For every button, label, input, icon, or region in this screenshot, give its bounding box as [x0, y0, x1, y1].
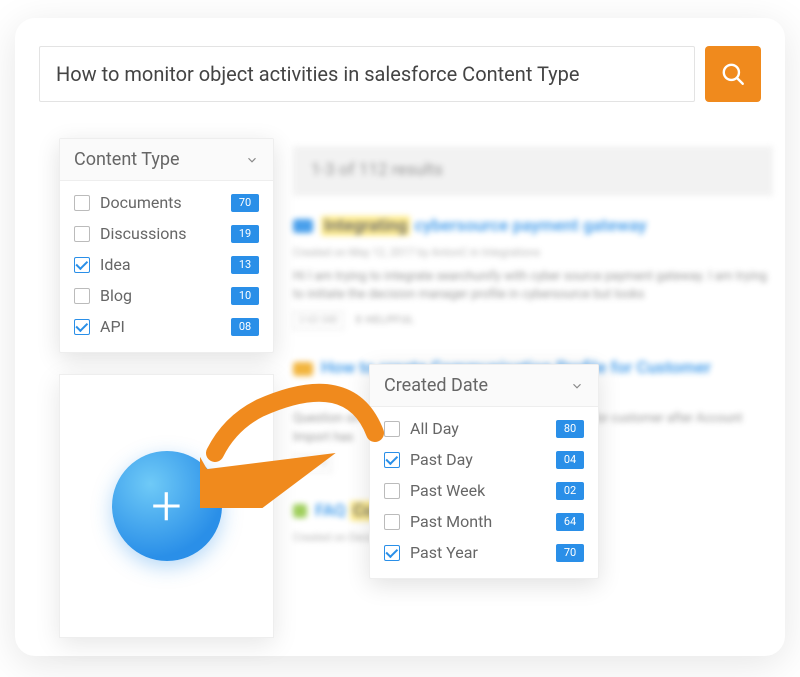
result-item: Integrating cybersource payment gateway …	[293, 214, 773, 331]
facet-created-date: Created Date All Day 80 Past Day 04 Past Wee…	[369, 364, 599, 579]
search-icon	[720, 61, 746, 87]
facet-option-label: Past Month	[410, 512, 546, 531]
content-type-option[interactable]: Discussions 19	[72, 218, 261, 249]
checkbox-icon	[74, 288, 90, 304]
facet-option-count: 04	[556, 451, 584, 469]
checkbox-icon	[74, 319, 90, 335]
chevron-down-icon	[570, 379, 584, 393]
facet-option-label: Blog	[100, 286, 221, 305]
checkbox-icon	[74, 257, 90, 273]
add-widget-panel: +	[59, 374, 274, 638]
content-type-option[interactable]: Idea 13	[72, 249, 261, 280]
facet-body: All Day 80 Past Day 04 Past Week 02 Past Month…	[370, 407, 598, 578]
facet-header[interactable]: Created Date	[370, 365, 598, 407]
app-card: 1-3 of 112 results Integrating cybersour…	[15, 18, 785, 656]
checkbox-icon	[384, 545, 400, 561]
facet-option-label: Documents	[100, 193, 221, 212]
facet-body: Documents 70 Discussions 19 Idea 13 Blog 10 API 0…	[60, 181, 273, 352]
search-row	[39, 46, 761, 102]
chevron-down-icon	[245, 153, 259, 167]
facet-option-count: 70	[231, 194, 259, 212]
checkbox-icon	[384, 421, 400, 437]
facet-option-label: Discussions	[100, 224, 221, 243]
created-date-option[interactable]: Past Week 02	[382, 475, 586, 506]
content-type-option[interactable]: Blog 10	[72, 280, 261, 311]
created-date-option[interactable]: All Day 80	[382, 413, 586, 444]
checkbox-icon	[384, 483, 400, 499]
facet-option-count: 10	[231, 287, 259, 305]
facet-option-label: API	[100, 317, 221, 336]
content-type-option[interactable]: Documents 70	[72, 187, 261, 218]
search-button[interactable]	[705, 46, 761, 102]
facet-option-count: 02	[556, 482, 584, 500]
checkbox-icon	[74, 226, 90, 242]
created-date-option[interactable]: Past Month 64	[382, 506, 586, 537]
facet-option-label: Past Week	[410, 481, 546, 500]
facet-header[interactable]: Content Type	[60, 139, 273, 181]
facet-option-label: All Day	[410, 419, 546, 438]
facet-title: Created Date	[384, 375, 488, 396]
facet-option-count: 08	[231, 318, 259, 336]
created-date-option[interactable]: Past Day 04	[382, 444, 586, 475]
checkbox-icon	[384, 452, 400, 468]
facet-option-label: Past Day	[410, 450, 546, 469]
facet-option-count: 80	[556, 420, 584, 438]
created-date-option[interactable]: Past Year 70	[382, 537, 586, 568]
search-input[interactable]	[39, 46, 695, 102]
facet-option-count: 19	[231, 225, 259, 243]
add-button[interactable]: +	[112, 451, 222, 561]
facet-option-count: 13	[231, 256, 259, 274]
facet-content-type: Content Type Documents 70 Discussions 19 Ide…	[59, 138, 274, 353]
facet-option-label: Idea	[100, 255, 221, 274]
checkbox-icon	[384, 514, 400, 530]
facet-option-count: 64	[556, 513, 584, 531]
plus-icon: +	[151, 475, 182, 538]
facet-option-count: 70	[556, 544, 584, 562]
results-summary: 1-3 of 112 results	[293, 146, 773, 196]
content-type-option[interactable]: API 08	[72, 311, 261, 342]
checkbox-icon	[74, 195, 90, 211]
facet-title: Content Type	[74, 149, 180, 170]
facet-option-label: Past Year	[410, 543, 546, 562]
